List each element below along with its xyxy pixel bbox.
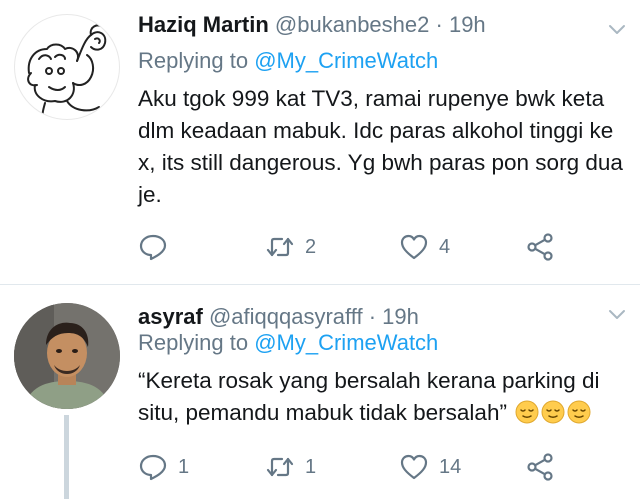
chevron-down-icon[interactable] [608,20,626,38]
timestamp[interactable]: 19h [449,12,486,37]
avatar[interactable] [14,14,120,120]
tweet-text: “Kereta rosak yang bersalah kerana parki… [138,365,628,429]
tweet-header: asyraf @afiqqqasyrafff · 19h [138,303,419,331]
profile-photo-icon [14,303,120,409]
user-handle[interactable]: @afiqqqasyrafff [209,304,363,329]
reply-icon [139,234,167,261]
retweet-button[interactable]: 2 [265,227,316,267]
replying-to-label: Replying to [138,330,249,355]
relieved-face-icon [541,400,565,424]
like-button[interactable]: 4 [399,227,450,267]
relieved-face-icon [567,400,591,424]
tweet[interactable]: asyraf @afiqqqasyrafff · 19h Replying to… [0,285,640,499]
share-icon [527,453,553,481]
retweet-button[interactable]: 1 [265,447,316,487]
like-button[interactable]: 14 [399,447,461,487]
avatar[interactable] [14,303,120,409]
user-handle[interactable]: @bukanbeshe2 [275,12,429,37]
heart-icon [400,234,428,260]
replying-to-label: Replying to [138,48,249,73]
tweet-text: Aku tgok 999 kat TV3, ramai rupenye bwk … [138,86,623,207]
thread-line [64,415,69,499]
tweet-actions: 1 1 14 [138,447,598,487]
replying-to: Replying to @My_CrimeWatch [138,47,438,75]
display-name[interactable]: Haziq Martin [138,12,269,37]
cartoon-avatar-icon [27,24,107,119]
share-icon [527,233,553,261]
mention-link[interactable]: @My_CrimeWatch [254,330,438,355]
reply-button[interactable] [138,227,178,267]
separator-dot: · [435,12,443,37]
retweet-icon [266,237,294,257]
share-button[interactable] [525,447,555,487]
replying-to: Replying to @My_CrimeWatch [138,329,438,357]
tweet-actions: 2 4 [138,227,598,267]
retweet-icon [266,457,294,477]
timestamp[interactable]: 19h [382,304,419,329]
separator-dot: · [368,304,377,329]
tweet[interactable]: Haziq Martin @bukanbeshe2 · 19h Replying… [0,0,640,284]
reply-icon [139,454,167,481]
reply-button[interactable]: 1 [138,447,189,487]
tweet-header: Haziq Martin @bukanbeshe2 · 19h [138,11,486,39]
relieved-face-icon [515,400,539,424]
mention-link[interactable]: @My_CrimeWatch [254,48,438,73]
chevron-down-icon[interactable] [608,305,626,323]
retweet-count: 1 [305,455,317,478]
like-count: 4 [439,235,451,258]
heart-icon [400,454,428,480]
retweet-count: 2 [305,235,317,258]
display-name[interactable]: asyraf [138,304,203,329]
share-button[interactable] [525,227,555,267]
like-count: 14 [439,455,462,478]
reply-count: 1 [178,455,190,478]
